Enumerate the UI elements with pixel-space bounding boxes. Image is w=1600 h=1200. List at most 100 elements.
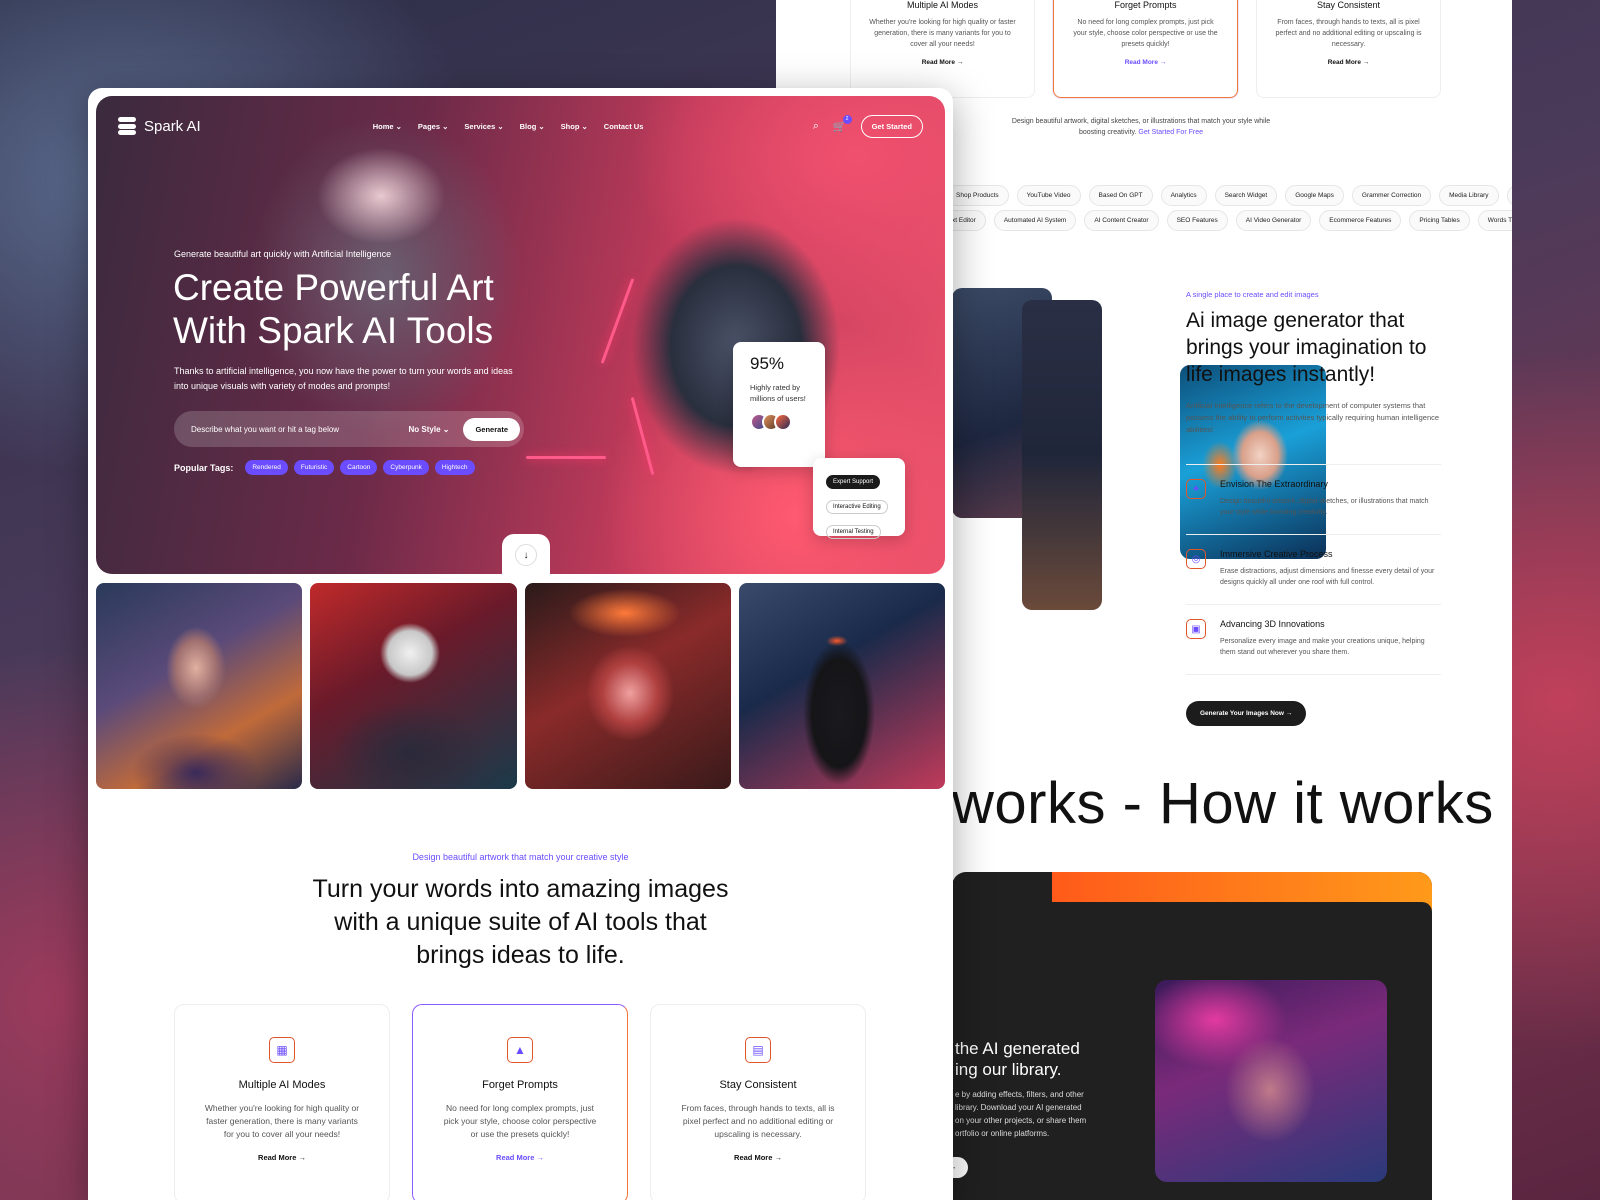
menu-item-home[interactable]: Home ⌄ (373, 122, 402, 131)
back-card-multiple-ai-modes[interactable]: Multiple AI Modes Whether you're looking… (850, 0, 1035, 98)
tag-pill[interactable]: Grammer Correction (1351, 185, 1432, 206)
front-page-preview: Spark AI Home ⌄ Pages ⌄ Services ⌄ Blog … (88, 88, 953, 1200)
generate-images-button[interactable]: Generate Your Images Now → (1186, 701, 1307, 726)
feature-title: Ai image generator that brings your imag… (1186, 309, 1427, 386)
library-desc-line: ortfolio or online platforms. (955, 1129, 1050, 1138)
robot-icon: ✦ (1186, 479, 1206, 499)
document-icon: ▤ (745, 1037, 771, 1063)
nav-actions: ⌕ 🛒 2 Get Started (813, 114, 923, 138)
back-card-stay-consistent[interactable]: Stay Consistent From faces, through hand… (1256, 0, 1441, 98)
get-started-free-link[interactable]: Get Started For Free (1138, 129, 1203, 136)
card-title: Multiple AI Modes (238, 1079, 326, 1091)
chip-interactive-editing[interactable]: Interactive Editing (826, 500, 888, 514)
tag-marquee-row-1: Shop Products YouTube Video Based On GPT… (946, 185, 1512, 206)
feature-item-title: Immersive Creative Process (1220, 549, 1333, 559)
features-chip-card: Expert Support Interactive Editing Inter… (813, 458, 905, 539)
tag-futuristic[interactable]: Futuristic (293, 460, 335, 475)
library-title-line: ing our library. (955, 1060, 1062, 1079)
menu-item-contact[interactable]: Contact Us (604, 122, 644, 131)
neon-line (630, 396, 655, 476)
popular-tags-label: Popular Tags: (174, 462, 234, 473)
card-forget-prompts[interactable]: ▲ Forget Prompts No need for long comple… (412, 1004, 628, 1200)
search-icon[interactable]: ⌕ (813, 120, 819, 133)
library-desc: e by adding effects, filters, and other … (955, 1088, 1125, 1140)
feature-item-title: Envision The Extraordinary (1220, 479, 1328, 489)
tag-marquee-row-2: xt Editor Automated AI System AI Content… (942, 210, 1512, 231)
cube-icon: ▣ (1186, 619, 1206, 639)
tag-pill[interactable]: Pricing Tables (1409, 210, 1470, 231)
popular-tags: Popular Tags: Rendered Futuristic Cartoo… (174, 460, 475, 475)
menu-item-blog[interactable]: Blog ⌄ (520, 122, 545, 131)
target-icon: ◎ (1186, 549, 1206, 569)
menu-item-shop[interactable]: Shop ⌄ (561, 122, 588, 131)
chip-expert-support[interactable]: Expert Support (826, 475, 881, 489)
tag-cartoon[interactable]: Cartoon (340, 460, 378, 475)
spark-logo-icon (118, 117, 136, 135)
library-desc-line: on your other projects, or share them (955, 1116, 1087, 1125)
card-desc: No need for long complex prompts, just p… (443, 1103, 597, 1139)
main-menu: Home ⌄ Pages ⌄ Services ⌄ Blog ⌄ Shop ⌄ … (373, 122, 644, 131)
card-desc: Whether you're looking for high quality … (869, 19, 1016, 48)
tag-cyberpunk[interactable]: Cyberpunk (383, 460, 429, 475)
card-title: Forget Prompts (1114, 0, 1177, 10)
tag-pill[interactable]: Ecommerce Features (1319, 210, 1402, 231)
read-more-link[interactable]: Read More → (175, 1153, 389, 1162)
gallery-image-hooded-figure[interactable] (738, 583, 945, 789)
rating-card: 95% Highly rated by millions of users! (733, 342, 825, 467)
tag-pill[interactable]: Media Library (1439, 185, 1499, 206)
hero-section: Spark AI Home ⌄ Pages ⌄ Services ⌄ Blog … (96, 96, 945, 574)
read-more-link[interactable]: Read More → (651, 1153, 865, 1162)
hero-subtitle: Generate beautiful art quickly with Arti… (174, 249, 392, 259)
tag-pill[interactable]: SEO Features (1166, 210, 1228, 231)
tag-pill[interactable]: Automated AI System (993, 210, 1077, 231)
card-title: Forget Prompts (482, 1079, 558, 1091)
read-more-link[interactable]: Read More → (851, 59, 1034, 66)
arrow-down-icon[interactable]: ↓ (515, 544, 537, 566)
tag-hightech[interactable]: Hightech (434, 460, 475, 475)
tag-rendered[interactable]: Rendered (245, 460, 288, 475)
tag-pill[interactable]: AI Content Creator (1084, 210, 1159, 231)
cart-icon[interactable]: 🛒 2 (833, 114, 852, 133)
back-feature-cards: Multiple AI Modes Whether you're looking… (850, 0, 1441, 100)
read-more-link[interactable]: Read More → (1054, 59, 1237, 66)
menu-item-pages[interactable]: Pages ⌄ (418, 122, 448, 131)
brand-logo[interactable]: Spark AI (118, 117, 201, 135)
card-desc: From faces, through hands to texts, all … (1275, 19, 1422, 48)
menu-item-services[interactable]: Services ⌄ (464, 122, 503, 131)
gallery-image-cyborg-woman[interactable] (524, 583, 731, 789)
modes-icon: ▦ (269, 1037, 295, 1063)
rocket-icon: ▲ (507, 1037, 533, 1063)
tag-pill[interactable]: Shop Products (946, 185, 1009, 206)
feature-desc: Artificial Intelligence refers to the de… (1186, 401, 1440, 434)
tag-pill[interactable]: Search Widget (1214, 185, 1278, 206)
library-desc-line: e by adding effects, filters, and other (955, 1090, 1084, 1099)
tag-pill[interactable]: Te (1506, 185, 1512, 206)
prompt-input[interactable] (191, 424, 409, 434)
chip-internal-testing[interactable]: Internal Testing (826, 525, 881, 539)
library-title-line: the AI generated (955, 1039, 1080, 1058)
feature-item-desc: Design beautiful artwork, digital sketch… (1220, 498, 1429, 516)
tag-pill[interactable]: AI Video Generator (1235, 210, 1312, 231)
tag-pill[interactable]: Words T (1477, 210, 1512, 231)
card-desc: From faces, through hands to texts, all … (681, 1103, 835, 1139)
gallery-image-panda[interactable] (310, 583, 517, 789)
avatar (774, 413, 792, 431)
tag-pill[interactable]: Based On GPT (1088, 185, 1153, 206)
library-desc-line: library. Download your AI generated (955, 1103, 1082, 1112)
card-desc: No need for long complex prompts, just p… (1073, 19, 1218, 48)
back-card-forget-prompts[interactable]: Forget Prompts No need for long complex … (1053, 0, 1238, 98)
section-title: Turn your words into amazing images with… (312, 875, 729, 969)
generate-button[interactable]: Generate (463, 417, 520, 441)
read-more-link[interactable]: Read More → (413, 1153, 627, 1162)
hero-title: Create Powerful Art With Spark AI Tools (173, 267, 494, 351)
tag-pill[interactable]: YouTube Video (1016, 185, 1081, 206)
gallery-image-cyber-girl[interactable] (96, 583, 303, 789)
read-more-link[interactable]: Read More → (1257, 59, 1440, 66)
hero-description: Thanks to artificial intelligence, you n… (174, 366, 513, 391)
style-dropdown[interactable]: No Style ⌄ (409, 425, 450, 434)
get-started-button[interactable]: Get Started (860, 114, 923, 138)
tag-pill[interactable]: Google Maps (1285, 185, 1344, 206)
card-stay-consistent[interactable]: ▤ Stay Consistent From faces, through ha… (650, 1004, 866, 1200)
tag-pill[interactable]: Analytics (1160, 185, 1207, 206)
card-multiple-ai-modes[interactable]: ▦ Multiple AI Modes Whether you're looki… (174, 1004, 390, 1200)
